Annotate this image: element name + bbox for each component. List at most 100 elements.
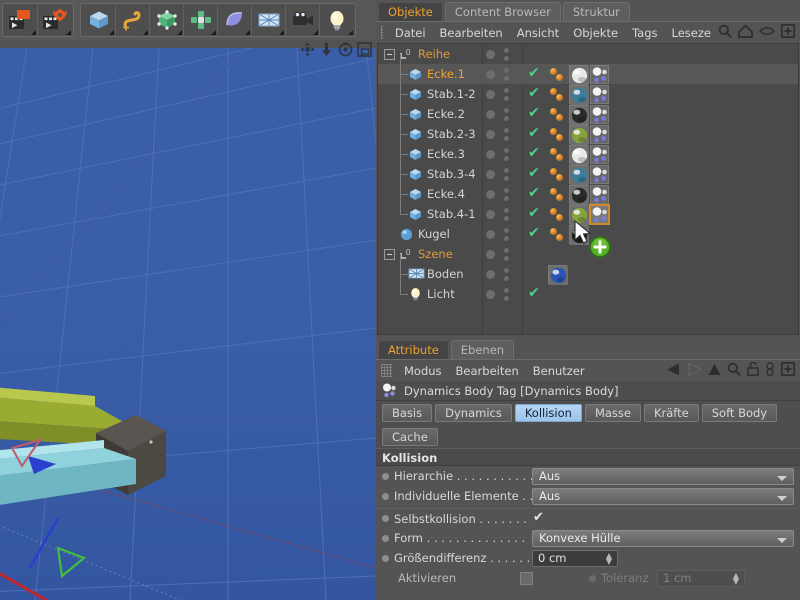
object-row-stab-4-1[interactable]: Stab.4-1✔ [378,204,798,224]
connector-tag[interactable] [548,225,567,244]
material-tag[interactable] [569,85,588,104]
menu-objekte[interactable]: Objekte [566,22,625,44]
stepper-arrows-icon[interactable]: ▲▼ [606,553,612,565]
checkbox-aktivieren[interactable] [520,572,533,585]
connector-tag[interactable] [548,205,567,224]
visibility-dots[interactable] [486,44,509,64]
visibility-dots[interactable] [486,224,509,244]
render-visibility-dots[interactable] [504,228,509,241]
enabled-check-icon[interactable]: ✔ [528,67,541,80]
dropdown-individuelle-elemente[interactable]: Aus [532,488,794,505]
property-bullet-icon[interactable] [382,473,389,480]
plus-box-icon[interactable] [781,362,795,379]
enabled-check-icon[interactable]: ✔ [528,107,541,120]
menu-bearbeiten[interactable]: Bearbeiten [433,22,510,44]
tag-tab-masse[interactable]: Masse [585,404,641,422]
object-tree[interactable]: 0ReiheEcke.1✔Stab.1-2✔Ecke.2✔Stab.2-3✔Ec… [377,43,799,335]
property-bullet-icon-toleranz[interactable] [589,575,596,582]
object-row-ecke-2[interactable]: Ecke.2✔ [378,104,798,124]
camera-button[interactable] [286,4,320,36]
tag-tab-dynamics[interactable]: Dynamics [435,404,512,422]
dropdown-hierarchie[interactable]: Aus [532,468,794,485]
visibility-dots[interactable] [486,204,509,224]
menu-ansicht[interactable]: Ansicht [510,22,566,44]
menu-bearbeiten[interactable]: Bearbeiten [449,360,526,382]
visibility-dots[interactable] [486,284,509,304]
visibility-dots[interactable] [486,84,509,104]
mograph-button[interactable] [184,4,218,36]
editor-visibility-dot[interactable] [486,70,495,79]
floor-environment-button[interactable] [252,4,286,36]
material-tag[interactable] [569,185,588,204]
object-row-ecke-4[interactable]: Ecke.4✔ [378,184,798,204]
object-row-stab-3-4[interactable]: Stab.3-4✔ [378,164,798,184]
enabled-check-icon[interactable]: ✔ [528,287,541,300]
enabled-check-icon[interactable]: ✔ [528,207,541,220]
enabled-check-icon[interactable]: ✔ [528,187,541,200]
editor-visibility-dot[interactable] [486,170,495,179]
editor-visibility-dot[interactable] [486,90,495,99]
checkbox-selbstkollision[interactable]: ✔ [532,512,545,525]
tag-tab-kollision[interactable]: Kollision [515,404,582,422]
render-visibility-dots[interactable] [504,288,509,301]
object-row-reihe[interactable]: 0Reihe [378,44,798,64]
connector-tag[interactable] [548,65,567,84]
cube-primitive-button[interactable] [82,4,116,36]
material-tag[interactable] [569,205,588,224]
eye-icon[interactable] [759,26,775,39]
dynamics-body-tag[interactable] [590,145,609,164]
render-visibility-dots[interactable] [504,108,509,121]
visibility-dots[interactable] [486,164,509,184]
material-tag[interactable] [548,265,567,284]
menu-modus[interactable]: Modus [397,360,449,382]
render-visibility-dots[interactable] [504,128,509,141]
dynamics-body-tag-selected[interactable] [590,205,609,224]
tab-ebenen[interactable]: Ebenen [451,340,514,359]
object-row-kugel[interactable]: Kugel✔ [378,224,798,244]
connector-tag[interactable] [548,165,567,184]
menu-lesezeichen[interactable]: Leseze [665,22,718,44]
material-tag[interactable] [569,125,588,144]
enabled-check-icon[interactable]: ✔ [528,147,541,160]
enabled-check-icon[interactable]: ✔ [528,127,541,140]
tag-tab-kraefte[interactable]: Kräfte [644,404,699,422]
object-row-szene[interactable]: 0Szene [378,244,798,264]
dynamics-body-tag[interactable] [590,105,609,124]
editor-visibility-dot[interactable] [486,270,495,279]
tab-content-browser[interactable]: Content Browser [445,2,561,21]
menu-datei[interactable]: Datei [388,22,433,44]
dolly-icon[interactable] [319,42,334,57]
spline-button[interactable] [116,4,150,36]
visibility-dots[interactable] [486,124,509,144]
enabled-check-icon[interactable]: ✔ [528,87,541,100]
material-tag[interactable] [569,145,588,164]
render-visibility-dots[interactable] [504,248,509,261]
deformer-button[interactable] [218,4,252,36]
render-settings-button[interactable] [38,4,72,36]
material-tag[interactable] [569,105,588,124]
editor-visibility-dot[interactable] [486,230,495,239]
visibility-dots[interactable] [486,184,509,204]
visibility-dots[interactable] [486,104,509,124]
dropdown-form[interactable]: Konvexe Hülle [532,530,794,547]
editor-visibility-dot[interactable] [486,190,495,199]
connector-tag[interactable] [548,185,567,204]
tag-tab-soft-body[interactable]: Soft Body [702,404,777,422]
tag-tab-basis[interactable]: Basis [382,404,432,422]
tab-struktur[interactable]: Struktur [563,2,630,21]
render-view-button[interactable] [4,4,38,36]
orbit-icon[interactable] [338,42,353,57]
dynamics-body-tag[interactable] [590,185,609,204]
generator-button[interactable] [150,4,184,36]
property-bullet-icon[interactable] [382,535,389,542]
dynamics-body-tag[interactable] [590,85,609,104]
tag-tab-cache[interactable]: Cache [382,428,438,446]
editor-visibility-dot[interactable] [486,50,495,59]
property-bullet-icon[interactable] [382,493,389,500]
render-visibility-dots[interactable] [504,48,509,61]
object-row-stab-2-3[interactable]: Stab.2-3✔ [378,124,798,144]
visibility-dots[interactable] [486,244,509,264]
property-bullet-icon[interactable] [382,515,389,522]
object-row-ecke-3[interactable]: Ecke.3✔ [378,144,798,164]
render-visibility-dots[interactable] [504,68,509,81]
